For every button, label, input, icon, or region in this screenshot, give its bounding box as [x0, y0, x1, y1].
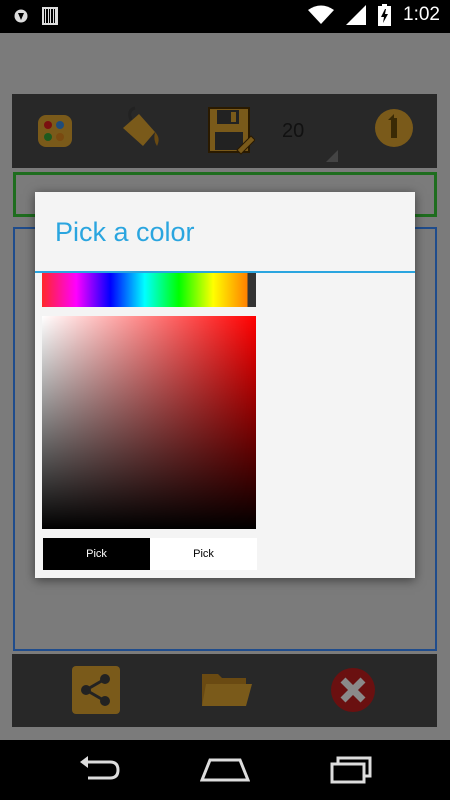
save-icon	[208, 107, 256, 155]
cell-signal-icon	[346, 5, 367, 25]
home-button[interactable]	[199, 754, 251, 786]
wifi-icon	[308, 5, 335, 24]
brush-size-value[interactable]: 20	[282, 120, 304, 143]
status-bar: 1:02	[0, 0, 450, 33]
close-button[interactable]	[329, 666, 379, 716]
share-icon	[72, 666, 120, 714]
share-button[interactable]	[72, 666, 122, 716]
home-icon	[199, 758, 251, 782]
fill-button[interactable]	[117, 106, 167, 156]
back-button[interactable]	[76, 754, 126, 786]
brush-size-dropdown-arrow[interactable]	[326, 150, 338, 162]
hue-slider[interactable]	[42, 273, 256, 307]
palette-icon	[38, 115, 72, 147]
clock: 1:02	[403, 4, 440, 25]
saturation-value-picker[interactable]	[42, 316, 256, 529]
navigation-bar	[0, 740, 450, 800]
shield-notification-icon	[14, 9, 28, 23]
color-picker-dialog: Pick a color Pick Pick	[35, 192, 415, 578]
recents-icon	[330, 756, 372, 784]
folder-icon	[202, 674, 252, 706]
info-icon	[375, 109, 413, 147]
recents-button[interactable]	[328, 754, 378, 786]
new-color-pick-button[interactable]: Pick	[150, 538, 257, 570]
back-icon	[80, 756, 120, 780]
info-button[interactable]	[372, 106, 422, 156]
old-color-pick-button[interactable]: Pick	[43, 538, 150, 570]
palette-button[interactable]	[34, 106, 84, 156]
paint-bucket-icon	[123, 106, 159, 146]
battery-icon	[378, 4, 392, 26]
open-folder-button[interactable]	[200, 666, 252, 716]
bottom-toolbar	[12, 654, 437, 727]
close-icon	[331, 668, 375, 712]
dialog-title: Pick a color	[55, 217, 195, 247]
save-button[interactable]	[207, 106, 257, 156]
top-toolbar	[12, 94, 437, 168]
barcode-notification-icon	[42, 7, 58, 25]
